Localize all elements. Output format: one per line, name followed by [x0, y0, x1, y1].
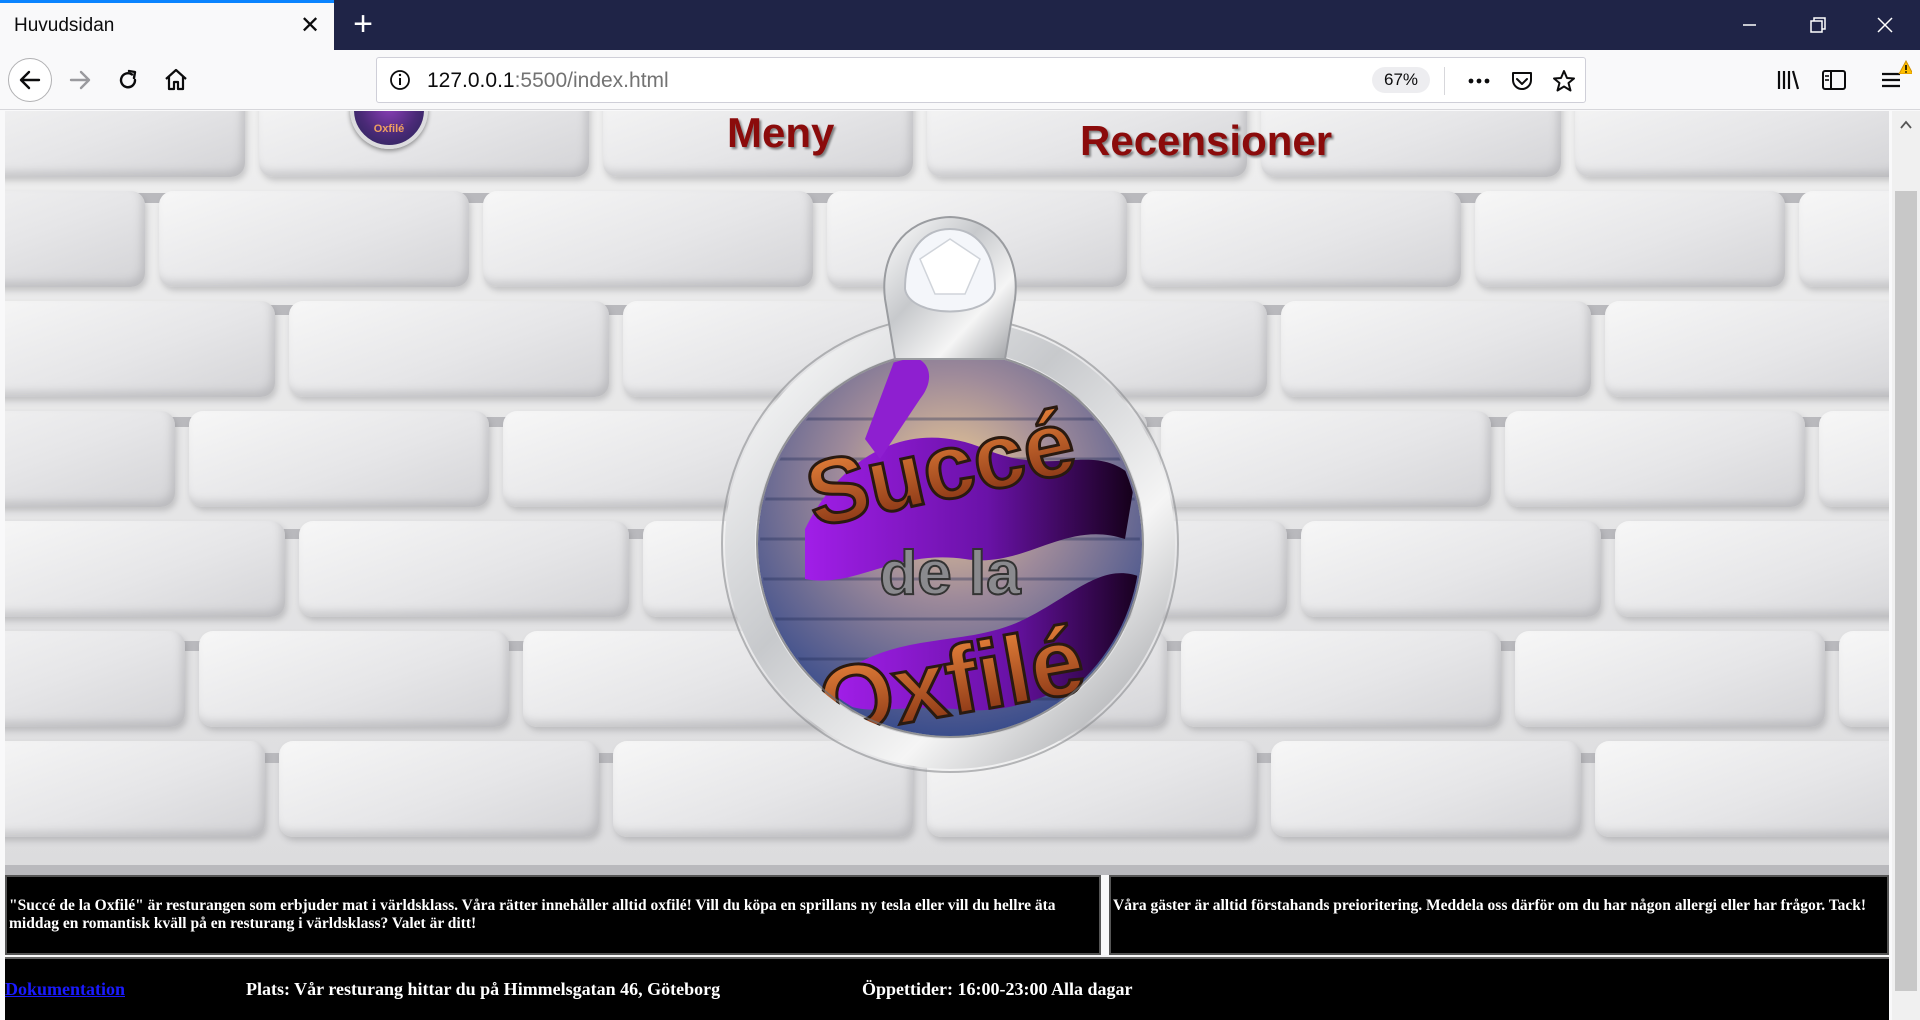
new-tab-icon[interactable]: + [346, 7, 380, 42]
home-icon [165, 68, 187, 91]
tab-active[interactable]: Huvudsidan ✕ [0, 0, 334, 50]
brick-wall-background: Oxfilé Meny Recensioner Succé de la Oxfi… [5, 111, 1889, 875]
footer-opening-hours: Öppettider: 16:00-23:00 Alla dagar [862, 979, 1133, 999]
scroll-thumb[interactable] [1895, 191, 1917, 991]
back-button[interactable] [8, 58, 52, 102]
url-host: 127.0.0.1 [427, 69, 515, 92]
pocket-icon[interactable] [1508, 67, 1536, 95]
nav-link-meny[interactable]: Meny [727, 111, 834, 157]
svg-text:de la: de la [879, 539, 1021, 608]
window-close-icon[interactable] [1865, 8, 1905, 42]
sidebar-toggle-icon[interactable] [1816, 62, 1852, 98]
nav-toolbar: 127.0.0.1:5500/index.html 67% [0, 50, 1920, 110]
reload-button[interactable] [106, 58, 150, 102]
more-actions-icon[interactable] [1465, 67, 1493, 95]
bookmark-star-icon[interactable] [1550, 67, 1578, 95]
warning-icon [1898, 60, 1912, 74]
close-tab-icon[interactable]: ✕ [297, 14, 323, 40]
footer: Dokumentation Plats: Vår resturang hitta… [5, 957, 1889, 1020]
forward-arrow-icon [69, 70, 91, 90]
vertical-scrollbar[interactable] [1892, 111, 1920, 1020]
documentation-link[interactable]: Dokumentation [5, 979, 125, 1000]
hamburger-menu-icon[interactable] [1874, 60, 1912, 98]
nav-link-recensioner[interactable]: Recensioner [1080, 117, 1332, 165]
tab-title: Huvudsidan [14, 15, 115, 36]
page-viewport: Oxfilé Meny Recensioner Succé de la Oxfi… [5, 111, 1889, 1020]
scroll-up-icon[interactable] [1892, 111, 1920, 139]
info-icon[interactable] [389, 69, 411, 91]
info-box-intro: "Succé de la Oxfilé" är resturangen som … [5, 875, 1101, 955]
url-path: :5500/index.html [514, 69, 669, 92]
restore-icon[interactable] [1797, 8, 1837, 42]
brick-row [5, 111, 1889, 177]
url-separator [1444, 67, 1445, 95]
back-arrow-icon [19, 70, 41, 90]
url-bar[interactable]: 127.0.0.1:5500/index.html 67% [376, 57, 1586, 103]
home-button[interactable] [154, 58, 198, 102]
reload-icon [119, 69, 137, 89]
minimize-icon[interactable] [1729, 8, 1769, 42]
forward-button[interactable] [58, 58, 102, 102]
logo-small-text: Oxfilé [373, 123, 405, 135]
info-box-guests: Våra gäster är alltid förstahands preior… [1109, 875, 1889, 955]
zoom-badge[interactable]: 67% [1372, 67, 1430, 93]
footer-location: Plats: Vår resturang hittar du på Himmel… [246, 979, 721, 999]
library-icon[interactable] [1770, 62, 1806, 98]
main-logo-ring: Succé de la Oxfilé [665, 199, 1235, 779]
tab-strip: Huvudsidan ✕ + [0, 0, 1920, 50]
url-text[interactable]: 127.0.0.1:5500/index.html [427, 69, 669, 93]
